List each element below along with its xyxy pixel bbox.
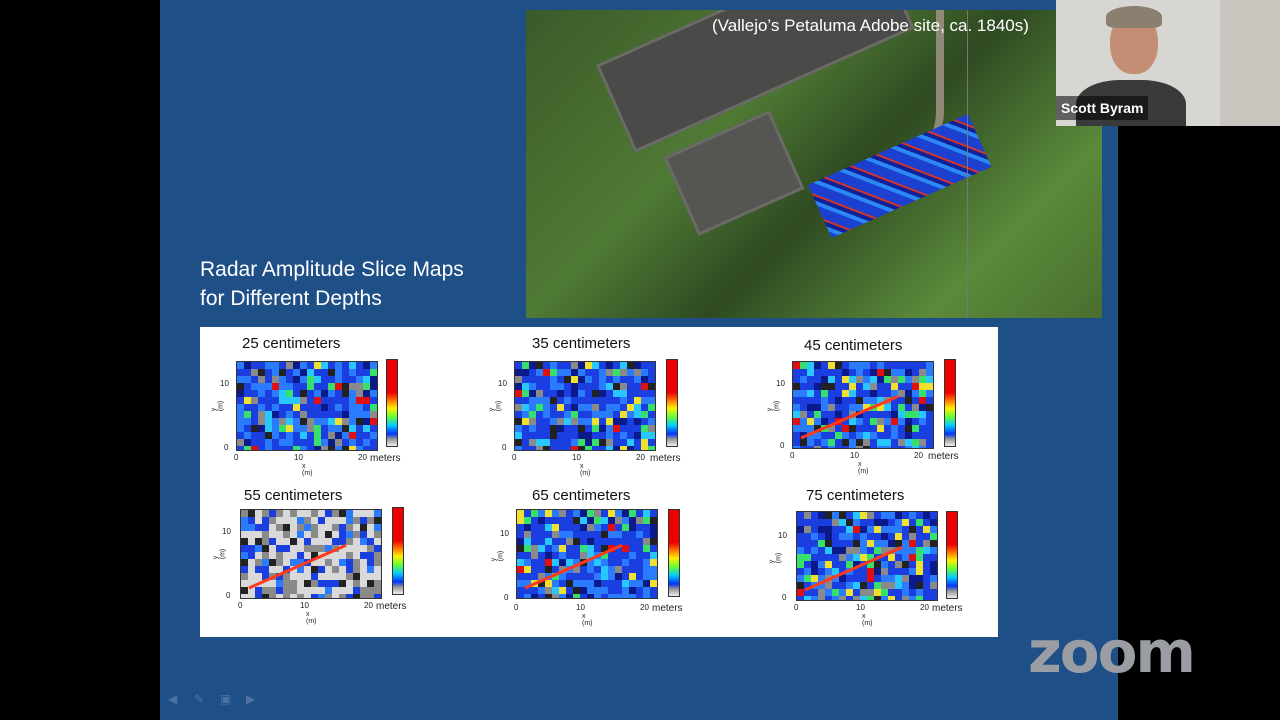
color-scale-bar — [392, 507, 404, 595]
x-axis-label: x (m) — [302, 463, 313, 477]
amplitude-map — [516, 509, 658, 599]
amplitude-map — [240, 509, 382, 599]
slice-label: 75 centimeters — [806, 487, 905, 504]
prev-arrow-icon[interactable]: ◀ — [168, 692, 184, 706]
units-label: meters — [932, 603, 963, 614]
video-background — [1220, 0, 1280, 126]
y-tick: 0 — [226, 591, 231, 600]
y-tick: 0 — [224, 443, 229, 452]
x-tick: 0 — [234, 453, 239, 462]
slide-nav-controls: ◀ ✎ ▣ ▶ — [168, 692, 262, 706]
slice-label: 55 centimeters — [244, 487, 343, 504]
slice-maps-panel: 25 centimeters 10 0 y (m) 0 10 20 x (m) … — [200, 327, 998, 637]
slides-icon[interactable]: ▣ — [220, 692, 236, 706]
x-axis-label: x (m) — [580, 463, 591, 477]
slide-title-line2: for Different Depths — [200, 287, 382, 310]
amplitude-map — [796, 511, 938, 601]
y-tick: 0 — [780, 441, 785, 450]
amplitude-texture — [241, 510, 381, 598]
y-axis-label: y (m) — [766, 400, 781, 412]
x-tick: 10 — [856, 603, 865, 612]
x-tick: 20 — [358, 453, 367, 462]
participant-hair — [1106, 6, 1162, 28]
x-tick: 20 — [640, 603, 649, 612]
color-scale-bar — [666, 359, 678, 447]
slide-title: Radar Amplitude Slice Maps for Different… — [200, 255, 464, 313]
amplitude-texture — [797, 512, 937, 600]
y-tick: 0 — [502, 443, 507, 452]
x-tick: 0 — [794, 603, 799, 612]
amplitude-map — [792, 361, 934, 449]
slice-label: 65 centimeters — [532, 487, 631, 504]
x-axis-label: x (m) — [582, 613, 593, 627]
x-tick: 10 — [300, 601, 309, 610]
slice-label: 45 centimeters — [804, 337, 903, 354]
units-label: meters — [650, 453, 681, 464]
x-tick: 0 — [514, 603, 519, 612]
zoom-logo: zoom — [1028, 618, 1196, 686]
x-tick: 0 — [238, 601, 243, 610]
y-axis-label: y (m) — [210, 400, 225, 412]
x-tick: 10 — [572, 453, 581, 462]
amplitude-texture — [515, 362, 655, 450]
participant-name: Scott Byram — [1056, 96, 1149, 120]
color-scale-bar — [944, 359, 956, 447]
x-tick: 0 — [512, 453, 517, 462]
x-axis-label: x (m) — [858, 461, 869, 475]
units-label: meters — [928, 451, 959, 462]
image-seam — [967, 10, 968, 318]
amplitude-map — [514, 361, 656, 451]
x-tick: 20 — [636, 453, 645, 462]
y-tick: 10 — [776, 379, 785, 388]
x-tick: 10 — [850, 451, 859, 460]
y-axis-label: y (m) — [490, 550, 505, 562]
y-tick: 10 — [778, 531, 787, 540]
y-tick: 0 — [504, 593, 509, 602]
amplitude-map — [236, 361, 378, 451]
color-scale-bar — [946, 511, 958, 599]
y-axis-label: y (m) — [212, 548, 227, 560]
slice-label: 25 centimeters — [242, 335, 341, 352]
y-tick: 10 — [498, 379, 507, 388]
photo-caption: (Vallejo’s Petaluma Adobe site, ca. 1840… — [712, 16, 1029, 35]
x-axis-label: x (m) — [862, 613, 873, 627]
x-tick: 20 — [920, 603, 929, 612]
units-label: meters — [370, 453, 401, 464]
slice-label: 35 centimeters — [532, 335, 631, 352]
y-tick: 10 — [222, 527, 231, 536]
y-axis-label: y (m) — [768, 552, 783, 564]
x-tick: 20 — [364, 601, 373, 610]
aerial-photo — [526, 10, 1102, 318]
color-scale-bar — [668, 509, 680, 597]
y-tick: 0 — [782, 593, 787, 602]
color-scale-bar — [386, 359, 398, 447]
y-axis-label: y (m) — [488, 400, 503, 412]
x-tick: 20 — [914, 451, 923, 460]
amplitude-texture — [237, 362, 377, 450]
x-tick: 10 — [294, 453, 303, 462]
y-tick: 10 — [500, 529, 509, 538]
x-axis-label: x (m) — [306, 611, 317, 625]
participant-video[interactable]: Scott Byram — [1056, 0, 1280, 126]
slide-title-line1: Radar Amplitude Slice Maps — [200, 258, 464, 281]
units-label: meters — [376, 601, 407, 612]
next-arrow-icon[interactable]: ▶ — [246, 692, 262, 706]
presentation-slide: (Vallejo’s Petaluma Adobe site, ca. 1840… — [160, 0, 1118, 720]
amplitude-texture — [793, 362, 933, 448]
pen-icon[interactable]: ✎ — [194, 692, 210, 706]
units-label: meters — [652, 603, 683, 614]
x-tick: 0 — [790, 451, 795, 460]
x-tick: 10 — [576, 603, 585, 612]
amplitude-texture — [517, 510, 657, 598]
y-tick: 10 — [220, 379, 229, 388]
